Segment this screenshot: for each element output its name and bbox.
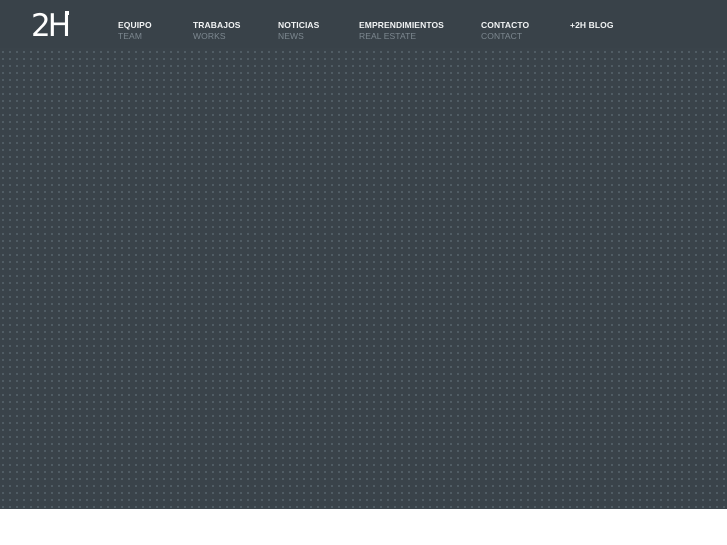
nav-item-label: EMPRENDIMIENTOS xyxy=(359,20,444,30)
nav-item-noticias[interactable]: NOTICIAS NEWS xyxy=(278,20,319,41)
page-footer-area xyxy=(0,509,727,545)
nav-item-sublabel: CONTACT xyxy=(481,31,523,41)
logo-dot-icon xyxy=(65,11,70,15)
site-header: 2H EQUIPO TEAM TRABAJOS WORKS NOTICIAS N… xyxy=(0,0,727,48)
nav-item-blog[interactable]: +2H BLOG xyxy=(570,20,614,31)
nav-item-sublabel: TEAM xyxy=(118,31,143,41)
nav-item-sublabel: WORKS xyxy=(193,31,226,41)
logo-text: 2H xyxy=(31,8,71,44)
nav-item-label: TRABAJOS xyxy=(193,20,241,30)
page-background: 2H EQUIPO TEAM TRABAJOS WORKS NOTICIAS N… xyxy=(0,0,727,509)
nav-item-sublabel: REAL ESTATE xyxy=(359,31,417,41)
site-logo[interactable]: 2H xyxy=(31,8,71,44)
nav-item-sublabel: NEWS xyxy=(278,31,304,41)
nav-item-label: CONTACTO xyxy=(481,20,530,30)
nav-item-label: +2H BLOG xyxy=(570,20,614,30)
nav-item-contacto[interactable]: CONTACTO CONTACT xyxy=(481,20,529,41)
nav-item-label: EQUIPO xyxy=(118,20,152,30)
nav-item-label: NOTICIAS xyxy=(278,20,320,30)
nav-item-emprendimientos[interactable]: EMPRENDIMIENTOS REAL ESTATE xyxy=(359,20,444,41)
nav-item-trabajos[interactable]: TRABAJOS WORKS xyxy=(193,20,241,41)
nav-item-equipo[interactable]: EQUIPO TEAM xyxy=(118,20,152,41)
